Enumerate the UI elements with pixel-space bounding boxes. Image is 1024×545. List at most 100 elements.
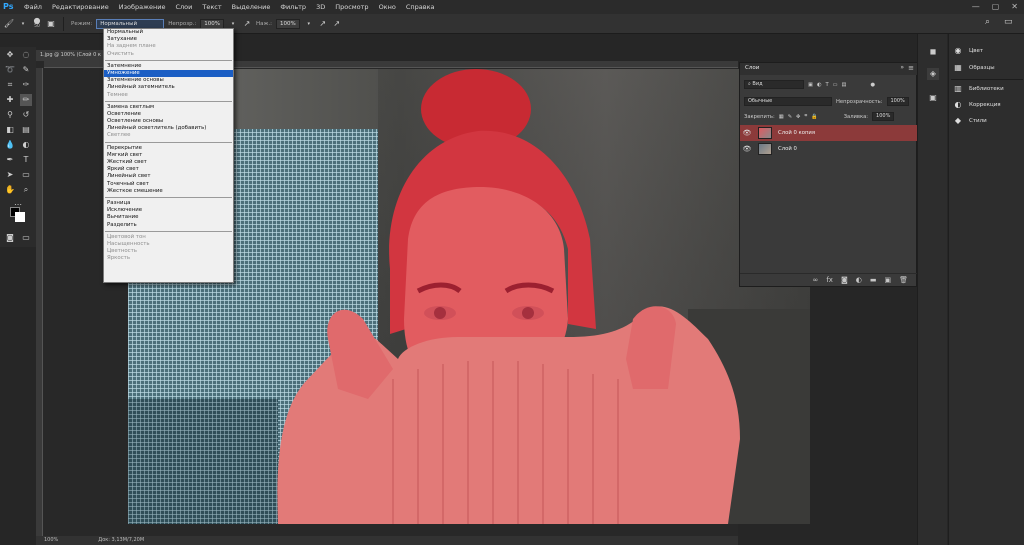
- lock-transparent-icon[interactable]: ▦: [779, 114, 784, 120]
- opacity-field[interactable]: 100%: [200, 18, 224, 29]
- menu-layer[interactable]: Слои: [170, 3, 197, 11]
- history-panel-icon[interactable]: ◼: [927, 46, 939, 58]
- layer-blend-select[interactable]: Обычные: [744, 97, 832, 106]
- blur-tool-icon[interactable]: 💧: [4, 139, 16, 151]
- mode-select[interactable]: Нормальный: [96, 18, 165, 29]
- marquee-tool-icon[interactable]: ◌: [20, 49, 32, 61]
- pen-tool-icon[interactable]: ✒: [4, 154, 16, 166]
- layer-opacity-field[interactable]: 100%: [886, 97, 909, 106]
- history-brush-icon[interactable]: ↺: [20, 109, 32, 121]
- flow-slider-icon[interactable]: ▾: [304, 19, 314, 29]
- brush-tool-icon[interactable]: 🖌: [4, 19, 14, 29]
- airbrush-icon[interactable]: ↗: [318, 19, 328, 29]
- opacity-slider-icon[interactable]: ▾: [228, 19, 238, 29]
- layer-filter-select[interactable]: ⌕ Вид: [744, 80, 804, 89]
- stamp-tool-icon[interactable]: ⚲: [4, 109, 16, 121]
- hand-tool-icon[interactable]: ✋: [4, 184, 16, 196]
- link-layers-icon[interactable]: ∞: [813, 276, 819, 284]
- layer-name[interactable]: Слой 0 копия: [778, 130, 815, 136]
- blend-mode-option[interactable]: Разделить: [104, 222, 233, 229]
- screen-mode-icon[interactable]: ▭: [20, 232, 32, 244]
- search-icon[interactable]: ⌕: [985, 17, 990, 27]
- menu-type[interactable]: Текст: [197, 3, 226, 11]
- new-layer-icon[interactable]: ▣: [884, 276, 891, 284]
- dock-item-color[interactable]: ◉ Цвет: [953, 46, 984, 56]
- dodge-tool-icon[interactable]: ◐: [20, 139, 32, 151]
- chevron-down-icon[interactable]: ▾: [18, 19, 28, 29]
- move-tool-icon[interactable]: ✥: [4, 49, 16, 61]
- filter-pixel-icon[interactable]: ▣: [808, 82, 813, 88]
- delete-layer-icon[interactable]: 🗑: [899, 276, 908, 284]
- filter-adjust-icon[interactable]: ◐: [817, 82, 822, 88]
- brush-panel-icon[interactable]: ▣: [46, 19, 56, 29]
- menu-image[interactable]: Изображение: [114, 3, 171, 11]
- quick-select-tool-icon[interactable]: ✎: [20, 64, 32, 76]
- layer-row[interactable]: 👁 Слой 0: [740, 141, 918, 157]
- menu-select[interactable]: Выделение: [227, 3, 276, 11]
- menu-view[interactable]: Просмотр: [330, 3, 373, 11]
- lasso-tool-icon[interactable]: ➰: [4, 64, 16, 76]
- fill-field[interactable]: 100%: [872, 112, 895, 121]
- pressure-size-icon[interactable]: ↗: [332, 19, 342, 29]
- layers-tab[interactable]: Слои ≡ »: [740, 63, 918, 75]
- lock-artboard-icon[interactable]: ⌗: [804, 113, 807, 120]
- healing-tool-icon[interactable]: ✚: [4, 94, 16, 106]
- brush-tool-icon[interactable]: ✏: [20, 94, 32, 106]
- blend-mode-option[interactable]: Нормальный: [104, 29, 233, 36]
- menu-help[interactable]: Справка: [401, 3, 440, 11]
- eyedropper-tool-icon[interactable]: ✑: [20, 79, 32, 91]
- blend-mode-option[interactable]: Мягкий свет: [104, 152, 233, 159]
- blend-mode-option[interactable]: Разница: [104, 200, 233, 207]
- blend-mode-option[interactable]: Линейный затемнитель: [104, 84, 233, 91]
- panel-menu-icon[interactable]: ≡: [908, 64, 914, 72]
- properties-panel-icon[interactable]: ▣: [927, 92, 939, 104]
- workspace-icon[interactable]: ▭: [1004, 17, 1013, 27]
- blend-mode-option[interactable]: Перекрытие: [104, 145, 233, 152]
- dock-item-adjustments[interactable]: ◐ Коррекция: [953, 100, 1001, 110]
- blend-mode-dropdown[interactable]: Нормальный Затухание На заднем плане Очисти…: [103, 28, 234, 283]
- close-icon[interactable]: ✕: [1011, 2, 1018, 11]
- filter-type-icon[interactable]: T: [825, 82, 828, 88]
- blend-mode-option[interactable]: Жесткое смешение: [104, 188, 233, 195]
- blend-mode-option[interactable]: Вычитание: [104, 214, 233, 221]
- dock-item-styles[interactable]: ◆ Стили: [953, 116, 987, 126]
- blend-mode-option[interactable]: Точечный свет: [104, 181, 233, 188]
- visibility-eye-icon[interactable]: 👁: [740, 129, 754, 137]
- eraser-tool-icon[interactable]: ◧: [4, 124, 16, 136]
- layers-panel-icon[interactable]: ◈: [927, 68, 939, 80]
- lock-all-icon[interactable]: 🔒: [811, 114, 817, 120]
- menu-3d[interactable]: 3D: [311, 3, 330, 11]
- blend-mode-option[interactable]: Затемнение: [104, 63, 233, 70]
- blend-mode-option[interactable]: Замена светлым: [104, 104, 233, 111]
- menu-window[interactable]: Окно: [374, 3, 401, 11]
- menu-edit[interactable]: Редактирование: [47, 3, 114, 11]
- blend-mode-option[interactable]: Линейный свет: [104, 173, 233, 180]
- flow-field[interactable]: 100%: [276, 18, 300, 29]
- filter-smart-icon[interactable]: ▤: [842, 82, 847, 88]
- shape-tool-icon[interactable]: ▭: [20, 169, 32, 181]
- menu-filter[interactable]: Фильтр: [275, 3, 311, 11]
- menu-file[interactable]: Файл: [19, 3, 47, 11]
- blend-mode-option[interactable]: Осветление: [104, 111, 233, 118]
- type-tool-icon[interactable]: T: [20, 154, 32, 166]
- layer-row[interactable]: 👁 Слой 0 копия: [740, 125, 918, 141]
- lock-pixels-icon[interactable]: ✎: [788, 114, 792, 120]
- layer-name[interactable]: Слой 0: [778, 146, 797, 152]
- dock-item-libraries[interactable]: ▥ Библиотеки: [953, 84, 1003, 94]
- filter-shape-icon[interactable]: ▭: [833, 82, 838, 88]
- document-size[interactable]: Док: 3,13М/7,20М: [98, 536, 144, 545]
- background-color-swatch[interactable]: [15, 212, 25, 222]
- layer-mask-icon[interactable]: ◙: [841, 276, 848, 284]
- blend-mode-option[interactable]: Линейный осветлитель (добавить): [104, 125, 233, 132]
- gradient-tool-icon[interactable]: ▤: [20, 124, 32, 136]
- blend-mode-option[interactable]: Умножение: [104, 69, 233, 78]
- zoom-tool-icon[interactable]: ⌕: [20, 184, 32, 196]
- layer-style-icon[interactable]: fx: [826, 276, 833, 284]
- blend-mode-option[interactable]: Затухание: [104, 36, 233, 43]
- blend-mode-option[interactable]: Исключение: [104, 207, 233, 214]
- adjustment-layer-icon[interactable]: ◐: [856, 276, 862, 284]
- quick-mask-icon[interactable]: ◙: [4, 232, 16, 244]
- visibility-eye-icon[interactable]: 👁: [740, 145, 754, 153]
- lock-position-icon[interactable]: ✥: [796, 114, 800, 120]
- maximize-icon[interactable]: ▢: [992, 2, 1000, 11]
